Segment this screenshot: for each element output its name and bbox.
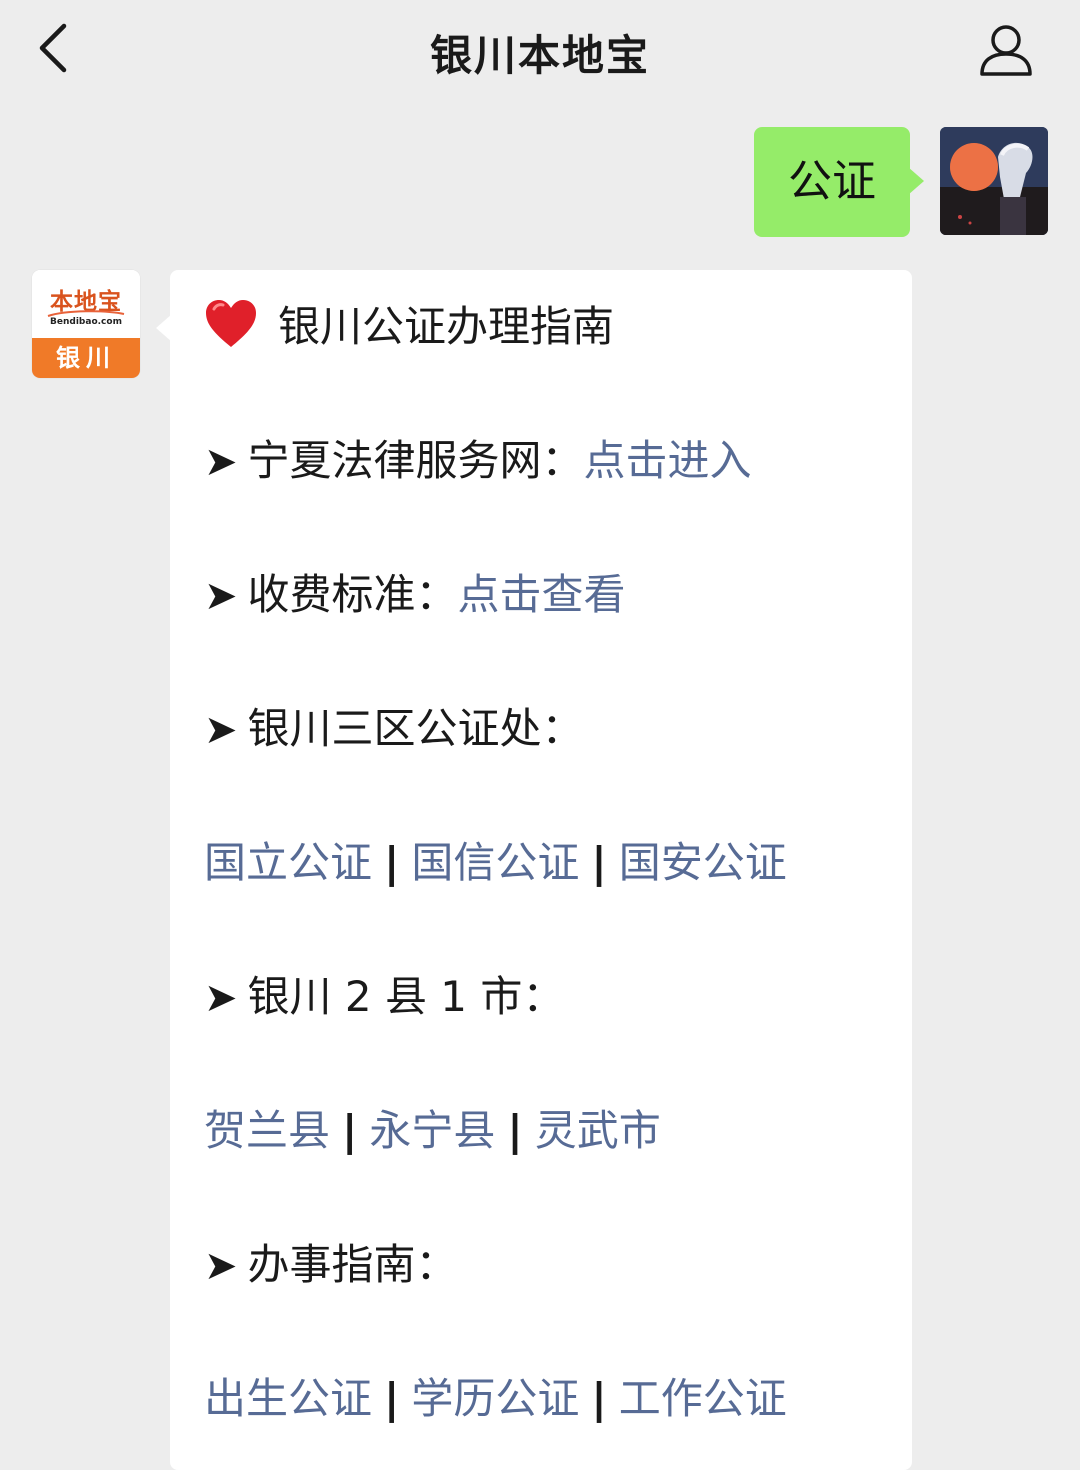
guide-link-education[interactable]: 学历公证 — [411, 1374, 579, 1423]
top-bar: 银川本地宝 — [0, 0, 1080, 100]
avatar-city-label: 银川 — [32, 338, 140, 378]
arrow-icon: ➤ — [204, 1243, 238, 1289]
separator: | — [342, 1106, 358, 1155]
notary-office-links: 国立公证 | 国信公证 | 国安公证 — [204, 833, 787, 893]
county-link-helan[interactable]: 贺兰县 — [204, 1106, 330, 1155]
reply-item-counties: ➤ 银川 2 县 1 市： — [204, 967, 564, 1028]
reply-item-label: 银川 2 县 1 市： — [247, 972, 565, 1021]
avatar-logo-domain: Bendibao.com — [50, 317, 122, 327]
red-heart-icon — [206, 300, 256, 347]
guide-links: 出生公证 | 学历公证 | 工作公证 — [204, 1369, 787, 1429]
reply-item-legal-service: ➤ 宁夏法律服务网：点击进入 — [204, 431, 752, 492]
reply-item-label: 银川三区公证处： — [247, 704, 584, 753]
office-link-guoli[interactable]: 国立公证 — [204, 838, 372, 887]
outgoing-message-bubble[interactable]: 公证 — [754, 127, 924, 237]
arrow-icon: ➤ — [204, 975, 238, 1021]
guide-link-work[interactable]: 工作公证 — [619, 1374, 787, 1423]
separator: | — [384, 1374, 400, 1423]
separator: | — [507, 1106, 523, 1155]
county-link-lingwu[interactable]: 灵武市 — [535, 1106, 661, 1155]
outgoing-message: 公证 — [754, 127, 1048, 237]
reply-heading-text: 银川公证办理指南 — [278, 302, 615, 351]
reply-heading: 银川公证办理指南 — [204, 297, 614, 357]
person-icon — [980, 25, 1032, 76]
guide-link-birth[interactable]: 出生公证 — [204, 1374, 372, 1423]
user-avatar-image — [940, 127, 1048, 235]
reply-item-label: 宁夏法律服务网： — [247, 436, 584, 485]
user-avatar[interactable] — [940, 127, 1048, 235]
county-links: 贺兰县 | 永宁县 | 灵武市 — [204, 1101, 661, 1161]
fee-standard-link[interactable]: 点击查看 — [458, 570, 626, 619]
legal-service-link[interactable]: 点击进入 — [584, 436, 752, 485]
bot-avatar[interactable]: 本地宝 Bendibao.com 银川 — [32, 270, 140, 378]
reply-item-label: 收费标准： — [247, 570, 458, 619]
reply-item-guides: ➤ 办事指南： — [204, 1235, 458, 1296]
arrow-icon: ➤ — [204, 707, 238, 753]
arrow-icon: ➤ — [204, 573, 238, 619]
office-link-guoan[interactable]: 国安公证 — [619, 838, 787, 887]
arrow-icon: ➤ — [204, 439, 238, 485]
reply-item-label: 办事指南： — [247, 1240, 458, 1289]
separator: | — [591, 838, 607, 887]
county-link-yongning[interactable]: 永宁县 — [369, 1106, 495, 1155]
separator: | — [591, 1374, 607, 1423]
office-link-guoxin[interactable]: 国信公证 — [411, 838, 579, 887]
profile-button[interactable] — [976, 20, 1036, 80]
separator: | — [384, 838, 400, 887]
reply-item-notary-offices: ➤ 银川三区公证处： — [204, 699, 584, 760]
page-title: 银川本地宝 — [429, 31, 650, 80]
reply-item-fee-standard: ➤ 收费标准：点击查看 — [204, 565, 626, 626]
